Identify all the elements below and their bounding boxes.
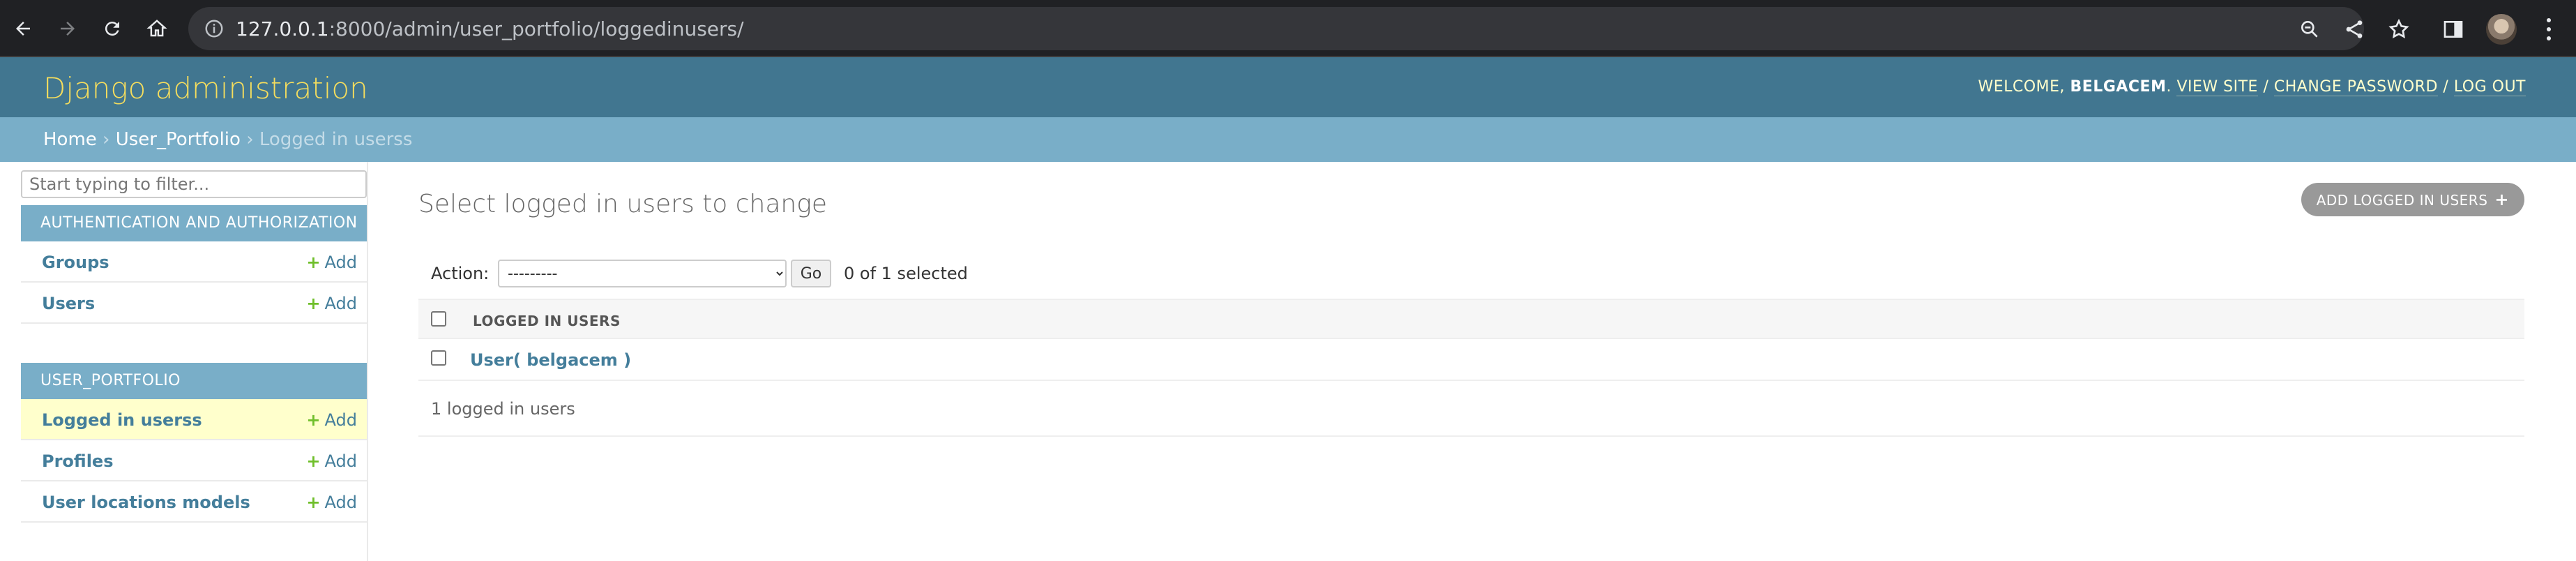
site-branding[interactable]: Django administration [43,71,368,105]
model-link-profiles[interactable]: Profiles [42,451,114,471]
add-profiles-link[interactable]: + Add [306,451,357,471]
select-all-checkbox[interactable] [431,311,446,327]
action-select[interactable]: --------- [498,260,787,287]
reload-button[interactable] [99,15,126,42]
breadcrumb-app[interactable]: User_Portfolio [116,129,241,150]
sidebar-item-logged-in-userss: Logged in userss + Add [21,399,367,440]
bookmark-button[interactable] [2388,18,2410,40]
url-host: 127.0.0.1 [236,17,329,40]
address-bar[interactable]: 127.0.0.1:8000/admin/user_portfolio/logg… [188,7,2364,50]
model-link-users[interactable]: Users [42,294,95,313]
row-link[interactable]: User( belgacem ) [470,350,631,370]
row-checkbox[interactable] [431,350,446,366]
browser-toolbar: 127.0.0.1:8000/admin/user_portfolio/logg… [0,0,2576,57]
sidebar-item-user-locations-models: User locations models + Add [21,481,367,523]
plus-icon: + [306,410,321,430]
actions-bar: Action: --------- Go 0 of 1 selected [418,251,2524,296]
home-icon [146,20,167,37]
add-logged-in-userss-link[interactable]: + Add [306,410,357,430]
add-button-label: Add logged in users [2316,192,2488,209]
info-icon [205,20,223,38]
change-password-link[interactable]: CHANGE PASSWORD [2273,78,2438,96]
welcome-text: WELCOME, [1978,78,2066,96]
sidebar-item-users: Users + Add [21,283,367,324]
zoom-icon [2301,20,2318,38]
model-link-logged-in-userss[interactable]: Logged in userss [42,410,202,430]
model-link-user-locations-models[interactable]: User locations models [42,493,250,512]
action-label: Action: [431,264,490,283]
share-button[interactable] [2343,18,2365,40]
separator: / [2263,78,2269,96]
dot-icon [2547,17,2551,22]
sidebar-item-groups: Groups + Add [21,241,367,283]
user-tools: WELCOME, BELGACEM. VIEW SITE / CHANGE PA… [1978,78,2526,96]
plus-icon: + [306,253,321,272]
add-label: Add [324,451,357,471]
add-label: Add [324,294,357,313]
nav-sidebar: Authentication and Authorization Groups … [21,162,368,561]
add-users-link[interactable]: + Add [306,294,357,313]
dot-icon [2547,36,2551,41]
breadcrumb-home[interactable]: Home [43,129,97,150]
add-label: Add [324,410,357,430]
plus-icon: + [306,294,321,313]
view-site-link[interactable]: VIEW SITE [2176,78,2258,96]
table-header: Logged in users [418,299,2524,339]
breadcrumb-separator: › [103,129,110,150]
add-label: Add [324,493,357,512]
star-icon [2388,18,2409,38]
model-link-groups[interactable]: Groups [42,253,109,272]
module-caption[interactable]: Authentication and Authorization [21,205,367,241]
page-title: Select logged in users to change [418,190,827,218]
profile-avatar[interactable] [2486,14,2517,45]
plus-icon: + [306,493,321,512]
breadcrumb: Home › User_Portfolio › Logged in userss [0,117,2576,162]
arrow-right-icon [61,22,75,36]
url-path: :8000/admin/user_portfolio/loggedinusers… [328,17,744,40]
module-user-portfolio: User_Portfolio Logged in userss + Add Pro… [21,363,367,523]
sidebar-item-profiles: Profiles + Add [21,440,367,481]
nav-filter-input[interactable] [21,170,367,198]
add-groups-link[interactable]: + Add [306,253,357,272]
home-button[interactable] [144,15,170,42]
paginator: 1 logged in users [418,381,2524,437]
module-caption[interactable]: User_Portfolio [21,363,367,399]
log-out-link[interactable]: LOG OUT [2453,78,2526,96]
column-header-logged-in-users[interactable]: Logged in users [473,313,621,329]
breadcrumb-separator: › [246,129,254,150]
plus-icon: + [2494,190,2509,209]
add-label: Add [324,253,357,272]
selection-counter: 0 of 1 selected [844,264,968,283]
browser-menu-button[interactable] [2538,15,2559,43]
reload-icon [105,22,119,36]
add-user-locations-models-link[interactable]: + Add [306,493,357,512]
dot-icon [2547,27,2551,31]
forward-button[interactable] [54,15,81,42]
main-content: Select logged in users to change Add log… [418,162,2524,561]
breadcrumb-current: Logged in userss [259,129,413,150]
zoom-button[interactable] [2298,18,2321,40]
results-table: Logged in users User( belgacem ) 1 logge… [418,299,2524,437]
username: BELGACEM [2070,78,2167,96]
module-auth: Authentication and Authorization Groups … [21,205,367,324]
separator: / [2443,78,2449,96]
side-panel-icon [2444,21,2463,38]
side-panel-button[interactable] [2442,18,2464,40]
table-row: User( belgacem ) [418,339,2524,381]
share-icon [2346,20,2363,38]
back-button[interactable] [10,15,36,42]
plus-icon: + [306,451,321,471]
add-logged-in-users-button[interactable]: Add logged in users + [2301,183,2524,216]
go-button[interactable]: Go [791,260,831,287]
arrow-left-icon [16,22,30,36]
url-text: 127.0.0.1:8000/admin/user_portfolio/logg… [236,17,744,40]
admin-header: Django administration WELCOME, BELGACEM.… [0,57,2576,117]
